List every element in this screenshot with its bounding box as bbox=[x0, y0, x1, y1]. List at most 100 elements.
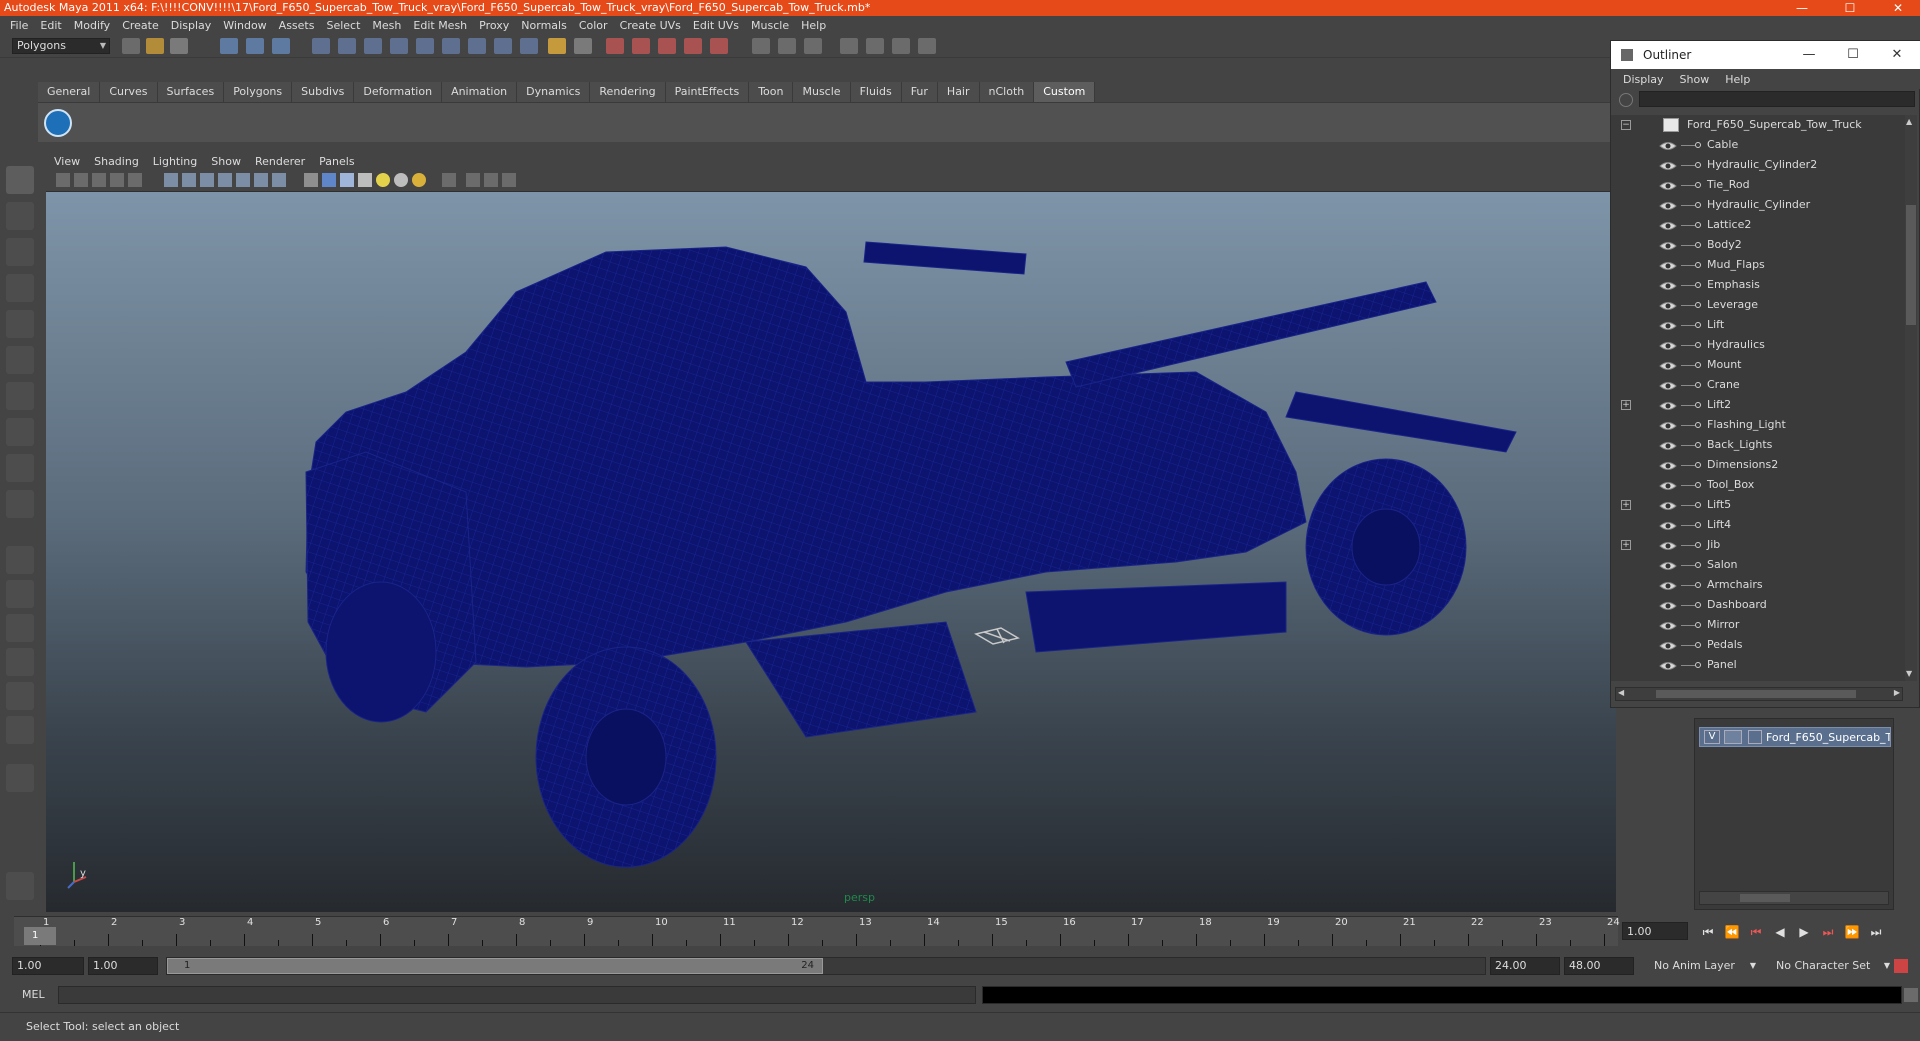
menu-assets[interactable]: Assets bbox=[279, 19, 315, 32]
minimize-button[interactable]: — bbox=[1784, 0, 1820, 16]
new-scene-icon[interactable] bbox=[122, 38, 140, 54]
shelf-tab-subdivs[interactable]: Subdivs bbox=[292, 82, 355, 102]
persp-hypershade-layout-icon[interactable] bbox=[6, 716, 34, 744]
scroll-up-icon[interactable]: ▲ bbox=[1906, 117, 1916, 127]
shelf-tab-fluids[interactable]: Fluids bbox=[850, 82, 902, 102]
universal-manipulator-icon[interactable] bbox=[6, 382, 34, 410]
layer-horizontal-scrollbar[interactable] bbox=[1699, 891, 1889, 905]
viewport-menu-lighting[interactable]: Lighting bbox=[153, 155, 197, 168]
outliner-item[interactable]: + Lift2 bbox=[1611, 395, 1905, 415]
shelf-tab-curves[interactable]: Curves bbox=[100, 82, 158, 102]
field-chart-icon[interactable] bbox=[236, 173, 250, 187]
outliner-item[interactable]: Hydraulic_Cylinder bbox=[1611, 195, 1905, 215]
scroll-left-icon[interactable]: ◀ bbox=[1618, 688, 1624, 697]
step-forward-key-icon[interactable]: ⏭ bbox=[1818, 924, 1838, 940]
close-button[interactable]: ✕ bbox=[1880, 0, 1916, 16]
outliner-item[interactable]: Emphasis bbox=[1611, 275, 1905, 295]
viewport-menu-renderer[interactable]: Renderer bbox=[255, 155, 305, 168]
input-operations-icon[interactable] bbox=[752, 38, 770, 54]
playback-end-field[interactable]: 24.00 bbox=[1490, 957, 1560, 975]
menu-display[interactable]: Display bbox=[171, 19, 212, 32]
go-to-start-icon[interactable]: ⏮ bbox=[1698, 924, 1718, 940]
mel-command-input[interactable] bbox=[58, 986, 976, 1004]
select-object-icon[interactable] bbox=[246, 38, 264, 54]
menu-help[interactable]: Help bbox=[801, 19, 826, 32]
gate-mask-icon[interactable] bbox=[218, 173, 232, 187]
pick-joints-icon[interactable] bbox=[338, 38, 356, 54]
outliner-minimize-button[interactable]: — bbox=[1787, 41, 1831, 69]
play-forwards-icon[interactable]: ▶ bbox=[1794, 924, 1814, 940]
outliner-menu-show[interactable]: Show bbox=[1680, 73, 1710, 86]
isolate-select-icon[interactable] bbox=[442, 173, 456, 187]
layer-type-toggle[interactable] bbox=[1724, 730, 1742, 744]
scale-tool-icon[interactable] bbox=[6, 346, 34, 374]
snap-grid-icon[interactable] bbox=[606, 38, 624, 54]
film-gate-icon[interactable] bbox=[182, 173, 196, 187]
move-tool-icon[interactable] bbox=[6, 274, 34, 302]
outliner-maximize-button[interactable]: ☐ bbox=[1831, 41, 1875, 69]
outliner-item[interactable]: Tie_Rod bbox=[1611, 175, 1905, 195]
lock-selection-icon[interactable] bbox=[548, 38, 566, 54]
checkmark-shelf-icon[interactable] bbox=[44, 109, 72, 137]
menu-select[interactable]: Select bbox=[326, 19, 360, 32]
outliner-item[interactable]: Pedals bbox=[1611, 635, 1905, 655]
shelf-tab-deformation[interactable]: Deformation bbox=[354, 82, 443, 102]
step-forward-frame-icon[interactable]: ⏩ bbox=[1842, 924, 1862, 940]
last-tool-icon[interactable] bbox=[6, 490, 34, 518]
outliner-item[interactable]: Mud_Flaps bbox=[1611, 255, 1905, 275]
select-tool-icon[interactable] bbox=[6, 166, 34, 194]
safe-title-icon[interactable] bbox=[272, 173, 286, 187]
2d-pan-zoom-icon[interactable] bbox=[128, 173, 142, 187]
outliner-item[interactable]: Body2 bbox=[1611, 235, 1905, 255]
auto-key-icon[interactable] bbox=[1894, 959, 1908, 973]
layer-row[interactable]: V Ford_F650_Supercab_To bbox=[1699, 727, 1891, 747]
outliner-item[interactable]: + Lift5 bbox=[1611, 495, 1905, 515]
menu-mesh[interactable]: Mesh bbox=[372, 19, 401, 32]
outliner-item[interactable]: Tool_Box bbox=[1611, 475, 1905, 495]
pick-surfaces-icon[interactable] bbox=[390, 38, 408, 54]
outliner-item[interactable]: Dashboard bbox=[1611, 595, 1905, 615]
pick-handles-icon[interactable] bbox=[312, 38, 330, 54]
script-editor-icon[interactable] bbox=[1904, 988, 1918, 1002]
shelf-tab-painteffects[interactable]: PaintEffects bbox=[665, 82, 750, 102]
grid-icon[interactable] bbox=[164, 173, 178, 187]
construction-history-icon[interactable] bbox=[804, 38, 822, 54]
layer-hscroll-thumb[interactable] bbox=[1740, 894, 1790, 902]
snap-plane-icon[interactable] bbox=[684, 38, 702, 54]
maximize-button[interactable]: ☐ bbox=[1832, 0, 1868, 16]
shelf-tab-surfaces[interactable]: Surfaces bbox=[157, 82, 225, 102]
lights-icon[interactable] bbox=[376, 173, 390, 187]
time-slider[interactable]: 1 2 3 4 5 6 7 8 9 10 11 12 13 14 15 16 17 18 19 20 21 22 23 24 1 bbox=[14, 916, 1620, 946]
outliner-item[interactable]: Cable bbox=[1611, 135, 1905, 155]
outliner-filter-icon[interactable] bbox=[1619, 93, 1633, 107]
outliner-close-button[interactable]: ✕ bbox=[1875, 41, 1919, 69]
character-set-selector[interactable]: No Character Set ▼ bbox=[1770, 957, 1890, 975]
render-current-frame-icon[interactable] bbox=[866, 38, 884, 54]
play-backwards-icon[interactable]: ◀ bbox=[1770, 924, 1790, 940]
four-view-layout-icon[interactable] bbox=[6, 580, 34, 608]
outliner-vertical-scrollbar[interactable]: ▲ ▼ bbox=[1905, 115, 1917, 681]
outliner-item[interactable]: Lift bbox=[1611, 315, 1905, 335]
outliner-item[interactable]: Panel bbox=[1611, 655, 1905, 675]
outliner-horizontal-scrollbar[interactable]: ◀ ▶ bbox=[1615, 687, 1903, 701]
shelf-tab-custom[interactable]: Custom bbox=[1034, 82, 1096, 102]
pick-deformations-icon[interactable] bbox=[416, 38, 434, 54]
outliner-menu-help[interactable]: Help bbox=[1725, 73, 1750, 86]
current-time-marker[interactable]: 1 bbox=[24, 927, 56, 945]
shelf-tab-toon[interactable]: Toon bbox=[749, 82, 794, 102]
bookmarks-icon[interactable] bbox=[92, 173, 106, 187]
outliner-item[interactable]: Crane bbox=[1611, 375, 1905, 395]
shelf-tab-animation[interactable]: Animation bbox=[442, 82, 518, 102]
gear-icon[interactable] bbox=[502, 173, 516, 187]
wireframe-on-shaded-icon[interactable] bbox=[340, 173, 354, 187]
mel-label[interactable]: MEL bbox=[22, 988, 45, 1001]
toolbox-bottom-icon[interactable] bbox=[6, 872, 34, 900]
collapse-icon[interactable]: − bbox=[1621, 120, 1631, 130]
menu-proxy[interactable]: Proxy bbox=[479, 19, 509, 32]
menu-modify[interactable]: Modify bbox=[74, 19, 110, 32]
scroll-thumb[interactable] bbox=[1906, 205, 1916, 325]
expand-icon[interactable]: + bbox=[1621, 400, 1631, 410]
hscroll-thumb[interactable] bbox=[1656, 690, 1856, 698]
question-mark-icon[interactable] bbox=[520, 38, 538, 54]
image-plane-icon[interactable] bbox=[110, 173, 124, 187]
